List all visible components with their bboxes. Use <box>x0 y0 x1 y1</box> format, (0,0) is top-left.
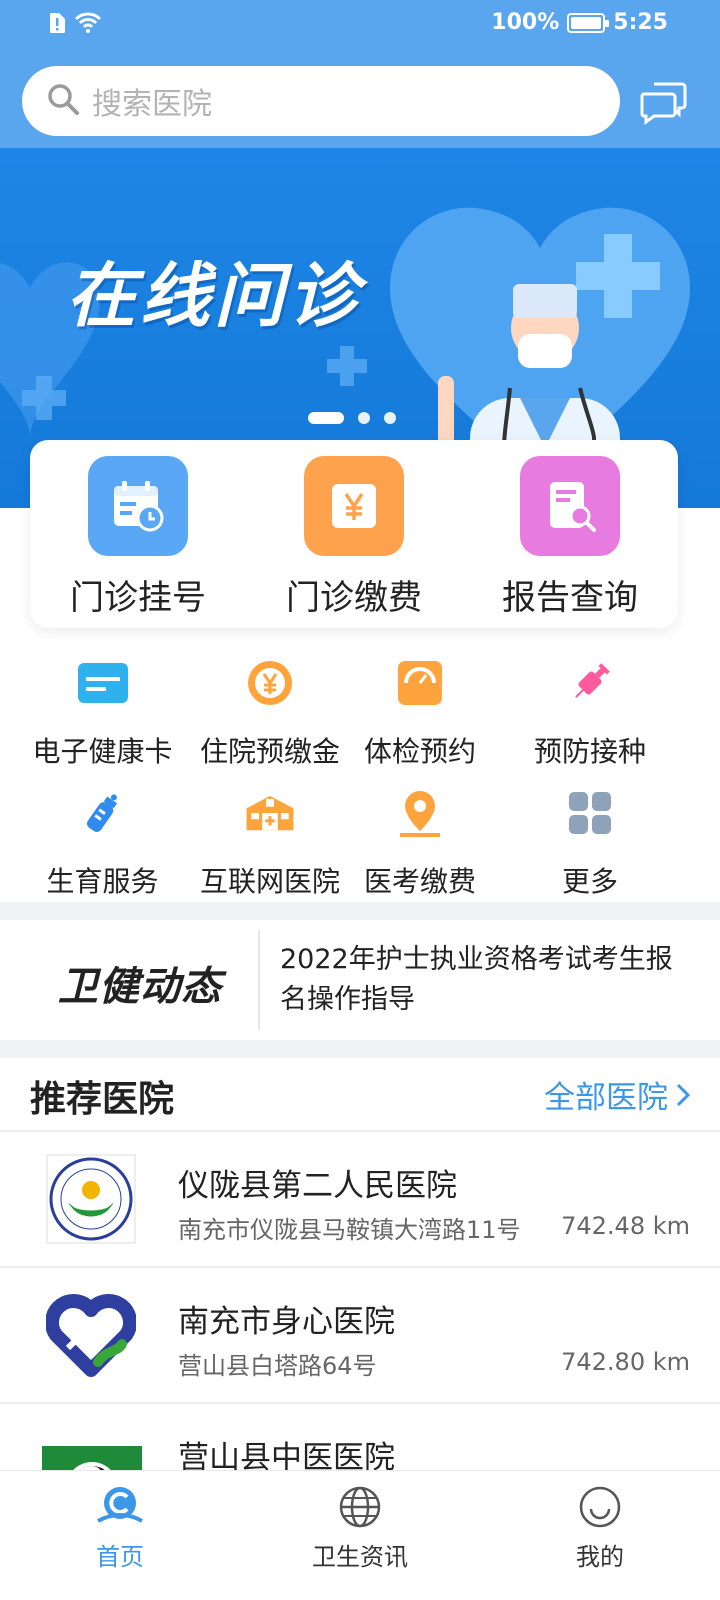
message-button[interactable] <box>640 78 688 126</box>
service-more[interactable]: 更多 <box>505 780 675 910</box>
service-label: 报告查询 <box>502 578 638 618</box>
section-title: 推荐医院 <box>30 1079 175 1120</box>
service-label: 住院预缴金 <box>200 735 341 768</box>
service-label: 生育服务 <box>46 865 159 898</box>
nav-label: 首页 <box>96 1543 144 1571</box>
service-label: 互联网医院 <box>200 865 341 898</box>
all-hospitals-label: 全部医院 <box>544 1080 668 1116</box>
section-divider <box>0 1040 720 1058</box>
battery-icon <box>567 12 610 33</box>
service-medical-exam-fee[interactable]: 医考缴费 <box>335 780 505 910</box>
service-outpatient-registration[interactable]: 门诊挂号 <box>30 440 246 628</box>
carousel-indicator <box>308 412 396 424</box>
hospital-distance: 742.80 km <box>561 1348 690 1376</box>
section-divider <box>0 902 720 920</box>
search-input[interactable]: 搜索医院 <box>22 66 620 136</box>
carousel-dot[interactable] <box>384 412 396 424</box>
exam-pin-icon <box>395 788 445 838</box>
service-physical-exam[interactable]: 体检预约 <box>335 650 505 780</box>
hospital-address: 南充市仪陇县马鞍镇大湾路11号 <box>178 1216 521 1244</box>
hospital-logo <box>46 1154 136 1244</box>
nav-health-news[interactable]: 卫生资讯 <box>240 1471 480 1600</box>
hospital-distance: 742.48 km <box>561 1212 690 1240</box>
service-outpatient-payment[interactable]: 门诊缴费 <box>246 440 462 628</box>
service-inpatient-deposit[interactable]: 住院预缴金 <box>200 650 340 780</box>
hospital-name: 仪陇县第二人民医院 <box>178 1168 457 1204</box>
checkup-icon <box>395 658 445 708</box>
hospital-name: 南充市身心医院 <box>178 1304 395 1340</box>
globe-icon <box>339 1486 381 1528</box>
smiley-icon <box>579 1486 621 1528</box>
clock: 5:25 <box>613 10 668 35</box>
recommended-header: 推荐医院 全部医院 <box>0 1058 720 1132</box>
home-logo-icon <box>97 1487 143 1523</box>
service-fertility[interactable]: 生育服务 <box>0 780 205 910</box>
chat-bubbles-icon <box>640 82 687 125</box>
nav-home[interactable]: 首页 <box>0 1471 240 1600</box>
deposit-icon <box>245 658 295 708</box>
yen-icon <box>304 456 404 556</box>
news-ticker[interactable]: 卫健动态 2022年护士执业资格考试考生报名操作指导 <box>0 920 720 1040</box>
nav-label: 我的 <box>576 1543 624 1571</box>
service-vaccination[interactable]: 预防接种 <box>505 650 675 780</box>
search-placeholder: 搜索医院 <box>92 87 212 122</box>
hospital-address: 营山县白塔路64号 <box>178 1352 377 1380</box>
wifi-icon <box>74 12 102 38</box>
hospital-list-item[interactable]: 南充市身心医院 营山县白塔路64号 742.80 km <box>0 1268 720 1404</box>
service-label: 体检预约 <box>363 735 476 768</box>
bottom-navigation: 首页 卫生资讯 我的 <box>0 1470 720 1600</box>
health-card-icon <box>77 658 128 708</box>
carousel-dot[interactable] <box>358 412 370 424</box>
nav-label: 卫生资讯 <box>312 1543 408 1571</box>
all-hospitals-link[interactable]: 全部医院 <box>544 1072 692 1117</box>
service-label: 更多 <box>561 865 618 898</box>
more-grid-icon <box>565 788 615 838</box>
battery-percent: 100% <box>491 10 560 35</box>
service-label: 门诊缴费 <box>286 578 422 618</box>
service-grid: 电子健康卡 住院预缴金 体检预约 预防接种 生育服务 互联网医院 医考缴费 更多 <box>0 650 720 900</box>
status-bar: 100% 5:25 <box>0 0 720 50</box>
search-icon <box>46 82 80 120</box>
syringe-icon <box>565 658 615 708</box>
service-health-card[interactable]: 电子健康卡 <box>0 650 205 780</box>
service-internet-hospital[interactable]: 互联网医院 <box>200 780 340 910</box>
sim-alert-icon <box>48 12 66 38</box>
service-label: 预防接种 <box>533 735 646 768</box>
report-search-icon <box>520 456 620 556</box>
chevron-right-icon <box>676 1083 691 1106</box>
service-label: 门诊挂号 <box>70 578 206 618</box>
service-label: 电子健康卡 <box>32 735 173 768</box>
service-label: 医考缴费 <box>363 865 476 898</box>
hospital-list-item[interactable]: 仪陇县第二人民医院 南充市仪陇县马鞍镇大湾路11号 742.48 km <box>0 1132 720 1268</box>
main-services-card: 门诊挂号 门诊缴费 报告查询 <box>30 440 678 628</box>
banner-title: 在线问诊 <box>66 255 362 337</box>
baby-bottle-icon <box>78 788 128 838</box>
hospital-logo <box>45 1290 137 1380</box>
news-headline[interactable]: 2022年护士执业资格考试考生报名操作指导 <box>280 940 680 1020</box>
news-brand: 卫健动态 <box>58 964 222 1010</box>
carousel-dot[interactable] <box>308 412 344 424</box>
nav-profile[interactable]: 我的 <box>480 1471 720 1600</box>
header-bar: 100% 5:25 搜索医院 <box>0 0 720 150</box>
calendar-clock-icon <box>88 456 188 556</box>
divider <box>258 930 260 1030</box>
hospital-building-icon <box>245 788 295 838</box>
service-report-query[interactable]: 报告查询 <box>462 440 678 628</box>
